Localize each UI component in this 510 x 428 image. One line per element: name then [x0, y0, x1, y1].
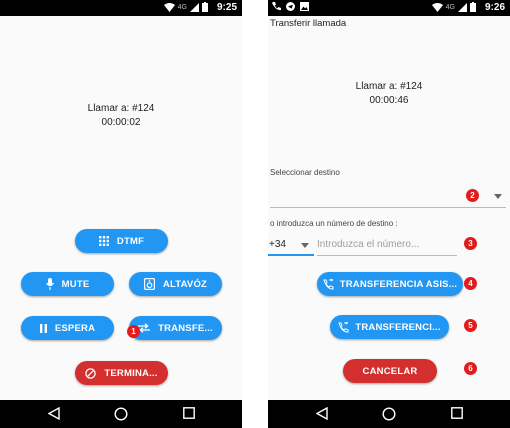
microphone-icon [45, 278, 54, 290]
clock: 9:25 [216, 2, 237, 13]
transfer-label: TRANSFE... [158, 322, 213, 334]
network-type: 4G [445, 3, 455, 11]
telegram-icon [286, 2, 295, 11]
chevron-down-icon [301, 243, 309, 248]
pause-icon [39, 323, 47, 333]
dropdown-underline [270, 207, 506, 208]
annotation-badge: 3 [464, 237, 477, 250]
signal-icon [458, 2, 467, 12]
speaker-button[interactable]: ALTAVÓZ [129, 272, 222, 296]
screen-transfer-call: 4G 9:26 Transferir llamada Llamar a: #12… [268, 0, 510, 428]
call-timer: 00:00:02 [101, 117, 141, 128]
end-call-button[interactable]: TERMINA... [75, 361, 168, 385]
wifi-icon [163, 2, 175, 12]
wifi-icon [431, 2, 443, 12]
destination-dropdown[interactable]: 2 [270, 184, 508, 208]
page-title: Transferir llamada [270, 18, 347, 29]
battery-icon [470, 2, 476, 12]
recents-icon[interactable] [183, 407, 195, 419]
annotation-badge: 4 [464, 277, 477, 290]
call-to-label: Llamar a: #124 [87, 103, 155, 114]
annotation-badge: 5 [464, 319, 477, 332]
number-input-placeholder: Introduzca el número... [317, 239, 420, 250]
home-icon[interactable] [114, 407, 128, 421]
annotation-badge: 1 [127, 325, 140, 338]
blind-transfer-button[interactable]: TRANSFERENCI... [330, 315, 449, 339]
phone-forward-icon [323, 278, 334, 290]
image-icon [300, 2, 309, 11]
phone-icon [272, 2, 281, 11]
cancel-button[interactable]: CANCELAR [343, 359, 437, 383]
select-destination-label: Seleccionar destino [270, 168, 340, 177]
dtmf-button[interactable]: DTMF [75, 229, 168, 253]
number-label: o introduzca un número de destino : [270, 219, 398, 228]
signal-icon [190, 2, 199, 12]
call-to-label: Llamar a: #124 [355, 81, 423, 92]
network-type: 4G [177, 3, 187, 11]
chevron-down-icon [494, 194, 502, 199]
dialpad-icon [98, 236, 109, 246]
navigation-bar [268, 400, 510, 428]
phone-forward-icon [338, 321, 349, 333]
transfer-button[interactable]: TRANSFE... [129, 316, 222, 340]
number-input[interactable]: Introduzca el número... [317, 234, 457, 256]
mute-button[interactable]: MUTE [21, 272, 114, 296]
annotation-badge: 2 [466, 189, 479, 202]
call-timer: 00:00:46 [369, 95, 409, 106]
hold-label: ESPERA [54, 322, 96, 334]
country-code-select[interactable]: +34 [268, 234, 314, 256]
country-code-value: +34 [269, 239, 286, 250]
speaker-icon [143, 278, 155, 290]
mute-label: MUTE [61, 278, 90, 290]
attended-transfer-label: TRANSFERENCIA ASIS... [339, 278, 458, 290]
recents-icon[interactable] [451, 407, 463, 419]
back-icon[interactable] [48, 407, 60, 420]
end-call-label: TERMINA... [104, 367, 158, 379]
blind-transfer-label: TRANSFERENCI... [355, 321, 441, 333]
block-icon [85, 367, 97, 379]
navigation-bar [0, 400, 242, 428]
annotation-badge: 6 [464, 362, 477, 375]
attended-transfer-button[interactable]: TRANSFERENCIA ASIS... [317, 272, 463, 296]
speaker-label: ALTAVÓZ [162, 278, 208, 290]
cancel-label: CANCELAR [362, 365, 418, 377]
back-icon[interactable] [316, 407, 328, 420]
status-bar: 4G 9:25 [0, 0, 242, 16]
status-bar: 4G 9:26 [268, 0, 510, 16]
hold-button[interactable]: ESPERA [21, 316, 114, 340]
screen-in-call: 4G 9:25 Llamar a: #124 00:00:02 DTMF MUT… [0, 0, 242, 428]
clock: 9:26 [484, 2, 505, 13]
home-icon[interactable] [382, 407, 396, 421]
dtmf-label: DTMF [116, 235, 145, 247]
battery-icon [202, 2, 208, 12]
